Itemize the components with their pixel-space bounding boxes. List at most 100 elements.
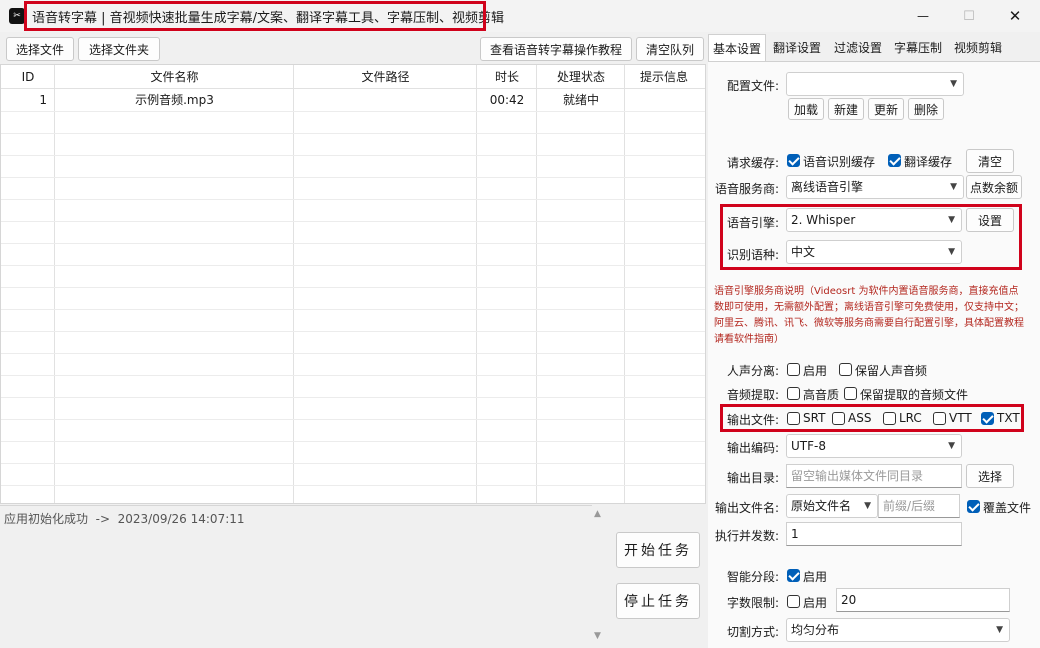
- select-folder-button[interactable]: 选择文件夹: [78, 37, 160, 61]
- output-vtt-checkbox[interactable]: [933, 412, 946, 425]
- choose-dir-button[interactable]: 选择: [966, 464, 1014, 488]
- table-header: ID 文件名称 文件路径 时长 处理状态 提示信息: [1, 65, 705, 89]
- tutorial-button[interactable]: 查看语音转字幕操作教程: [480, 37, 632, 61]
- column-header-message[interactable]: 提示信息: [625, 65, 703, 89]
- row-message: [625, 89, 703, 111]
- smart-enable-checkbox[interactable]: [787, 569, 800, 582]
- column-header-path[interactable]: 文件路径: [294, 65, 477, 89]
- select-file-button[interactable]: 选择文件: [6, 37, 74, 61]
- output-txt-label: TXT: [997, 411, 1020, 425]
- dir-label: 输出目录:: [727, 471, 780, 485]
- delete-config-button[interactable]: 删除: [908, 98, 944, 120]
- minimize-button[interactable]: —: [900, 0, 946, 32]
- app-icon: ✂: [9, 8, 25, 24]
- title-bar: ✂ 语音转字幕 | 音视频快速批量生成字幕/文案、翻译字幕工具、字幕压制、视频剪…: [0, 0, 1040, 32]
- minimize-icon: —: [917, 9, 929, 23]
- overwrite-checkbox[interactable]: [967, 500, 980, 513]
- limit-enable-label: 启用: [803, 596, 828, 610]
- output-dir-input[interactable]: 留空输出媒体文件同目录: [786, 464, 962, 488]
- extract-label: 音频提取:: [727, 388, 780, 402]
- engine-select[interactable]: 2. Whisper ▼: [786, 208, 962, 232]
- concurrency-input[interactable]: 1: [786, 522, 962, 546]
- split-select[interactable]: 均匀分布 ▼: [786, 618, 1010, 642]
- filename-label: 输出文件名:: [715, 501, 780, 515]
- clear-cache-button[interactable]: 清空: [966, 149, 1014, 173]
- recharge-button[interactable]: 点数余额: [966, 175, 1022, 199]
- chevron-down-icon: ▼: [996, 625, 1003, 635]
- limit-input[interactable]: 20: [836, 588, 1010, 612]
- row-status: 就绪中: [562, 93, 599, 107]
- extract-hq-checkbox[interactable]: [787, 387, 800, 400]
- cache-translate-checkbox[interactable]: [888, 154, 901, 167]
- config-file-select[interactable]: ▼: [786, 72, 964, 96]
- output-srt-checkbox[interactable]: [787, 412, 800, 425]
- tab-subtitle-burn[interactable]: 字幕压制: [888, 34, 948, 62]
- tab-basic-settings[interactable]: 基本设置: [708, 34, 766, 62]
- engine-settings-button[interactable]: 设置: [966, 208, 1014, 232]
- provider-label: 语音服务商:: [715, 182, 780, 196]
- concurrency-label: 执行并发数:: [715, 529, 780, 543]
- overwrite-label: 覆盖文件: [983, 501, 1032, 515]
- column-header-id[interactable]: ID: [1, 65, 55, 89]
- cache-label: 请求缓存:: [727, 156, 780, 170]
- new-config-button[interactable]: 新建: [828, 98, 864, 120]
- tab-translate-settings[interactable]: 翻译设置: [768, 34, 826, 62]
- output-lrc-label: LRC: [899, 411, 922, 425]
- output-srt-label: SRT: [803, 411, 826, 425]
- extract-keep-checkbox[interactable]: [844, 387, 857, 400]
- stop-task-button[interactable]: 停止任务: [616, 583, 700, 619]
- chevron-down-icon: ▼: [864, 501, 871, 511]
- column-header-status[interactable]: 处理状态: [537, 65, 625, 89]
- close-button[interactable]: ✕: [992, 0, 1038, 32]
- config-file-label: 配置文件:: [727, 79, 780, 93]
- language-label: 识别语种:: [727, 248, 780, 262]
- load-config-button[interactable]: 加载: [788, 98, 824, 120]
- table-row[interactable]: 1 示例音频.mp3 00:42 就绪中: [1, 89, 705, 111]
- column-header-duration[interactable]: 时长: [477, 65, 537, 89]
- engine-label: 语音引擎:: [727, 216, 780, 230]
- cache-translate-label: 翻译缓存: [904, 155, 953, 169]
- maximize-icon: ☐: [963, 8, 975, 24]
- limit-label: 字数限制:: [727, 596, 780, 610]
- limit-enable-checkbox[interactable]: [787, 595, 800, 608]
- log-area[interactable]: 应用初始化成功 -> 2023/09/26 14:07:11: [0, 505, 592, 648]
- title-highlight-box: [24, 1, 486, 31]
- column-header-name[interactable]: 文件名称: [55, 65, 294, 89]
- close-icon: ✕: [1008, 7, 1022, 25]
- row-duration: 00:42: [489, 93, 525, 107]
- provider-note: 语音引擎服务商说明（Videosrt 为软件内置语音服务商，直接充值点数即可使用…: [714, 286, 1024, 345]
- chevron-down-icon: ▼: [948, 441, 955, 451]
- encoding-select[interactable]: UTF-8 ▼: [786, 434, 962, 458]
- smart-enable-label: 启用: [803, 570, 828, 584]
- cache-asr-label: 语音识别缓存: [803, 155, 876, 169]
- provider-select[interactable]: 离线语音引擎 ▼: [786, 175, 964, 199]
- start-task-button[interactable]: 开始任务: [616, 532, 700, 568]
- language-select[interactable]: 中文 ▼: [786, 240, 962, 264]
- clear-queue-button[interactable]: 清空队列: [636, 37, 704, 61]
- vocal-enable-checkbox[interactable]: [787, 363, 800, 376]
- tab-filter-settings[interactable]: 过滤设置: [828, 34, 888, 62]
- output-label: 输出文件:: [727, 413, 780, 427]
- extract-keep-label: 保留提取的音频文件: [860, 388, 969, 402]
- cache-asr-checkbox[interactable]: [787, 154, 800, 167]
- vocal-label: 人声分离:: [727, 364, 780, 378]
- filename-select[interactable]: 原始文件名 ▼: [786, 494, 878, 518]
- file-table[interactable]: ID 文件名称 文件路径 时长 处理状态 提示信息 1 示例音频.mp3 00:…: [0, 64, 706, 504]
- row-file-path: [294, 89, 477, 111]
- output-txt-checkbox[interactable]: [981, 412, 994, 425]
- output-ass-checkbox[interactable]: [832, 412, 845, 425]
- chevron-down-icon: ▼: [950, 182, 957, 192]
- output-lrc-checkbox[interactable]: [883, 412, 896, 425]
- output-vtt-label: VTT: [949, 411, 972, 425]
- extract-hq-label: 高音质: [803, 388, 840, 402]
- affix-input[interactable]: 前缀/后缀: [878, 494, 960, 518]
- update-config-button[interactable]: 更新: [868, 98, 904, 120]
- tab-video-edit[interactable]: 视频剪辑: [948, 34, 1008, 62]
- row-id: 1: [39, 93, 47, 107]
- maximize-button[interactable]: ☐: [946, 0, 992, 32]
- scroll-down-icon[interactable]: ▼: [594, 631, 601, 641]
- scroll-up-icon[interactable]: ▲: [594, 509, 601, 519]
- split-label: 切割方式:: [727, 625, 780, 639]
- vocal-keep-checkbox[interactable]: [839, 363, 852, 376]
- log-scrollbar[interactable]: ▲ ▼: [592, 505, 606, 648]
